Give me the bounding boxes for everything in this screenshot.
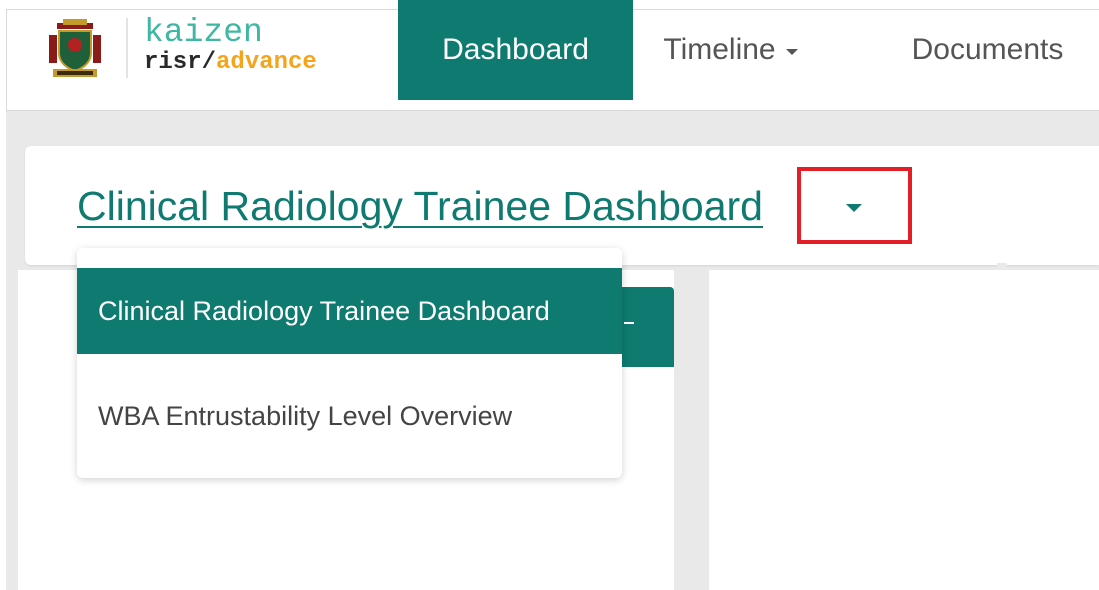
brand-name-bottom-main: risr/ [144,49,217,76]
brand-name-bottom: risr/advance [144,51,317,75]
nav-item-documents-label: Documents [911,33,1064,66]
dashboard-title-link[interactable]: Clinical Radiology Trainee Dashboard [77,181,763,231]
brand-name-top: kaizen [144,14,263,51]
dropdown-item-label: WBA Entrustability Level Overview [98,400,513,431]
logo-divider [126,18,128,78]
chevron-down-icon [785,48,798,55]
page: kaizen risr/advance Dashboard Timeline D… [0,0,1099,590]
panel-gap [997,263,1007,269]
right-panel [709,270,1099,590]
nav-item-documents[interactable]: Documents [880,0,1095,100]
left-panel-header [620,287,674,367]
highlight-annotation-box [797,167,912,244]
dashboard-dropdown-menu: Clinical Radiology Trainee Dashboard WBA… [77,248,622,478]
panel-header-caret-icon [624,322,634,324]
nav-item-timeline-label: Timeline [663,33,776,66]
nav-item-timeline[interactable]: Timeline [633,0,828,100]
brand-name-bottom-accent: advance [216,49,317,76]
dropdown-item-label: Clinical Radiology Trainee Dashboard [98,295,550,326]
nav-item-dashboard[interactable]: Dashboard [398,0,633,100]
dropdown-item-wba-entrustability[interactable]: WBA Entrustability Level Overview [77,373,622,459]
nav-item-dashboard-label: Dashboard [442,33,589,66]
crest-logo-icon[interactable] [49,19,101,79]
dropdown-item-clinical-radiology[interactable]: Clinical Radiology Trainee Dashboard [77,268,622,354]
